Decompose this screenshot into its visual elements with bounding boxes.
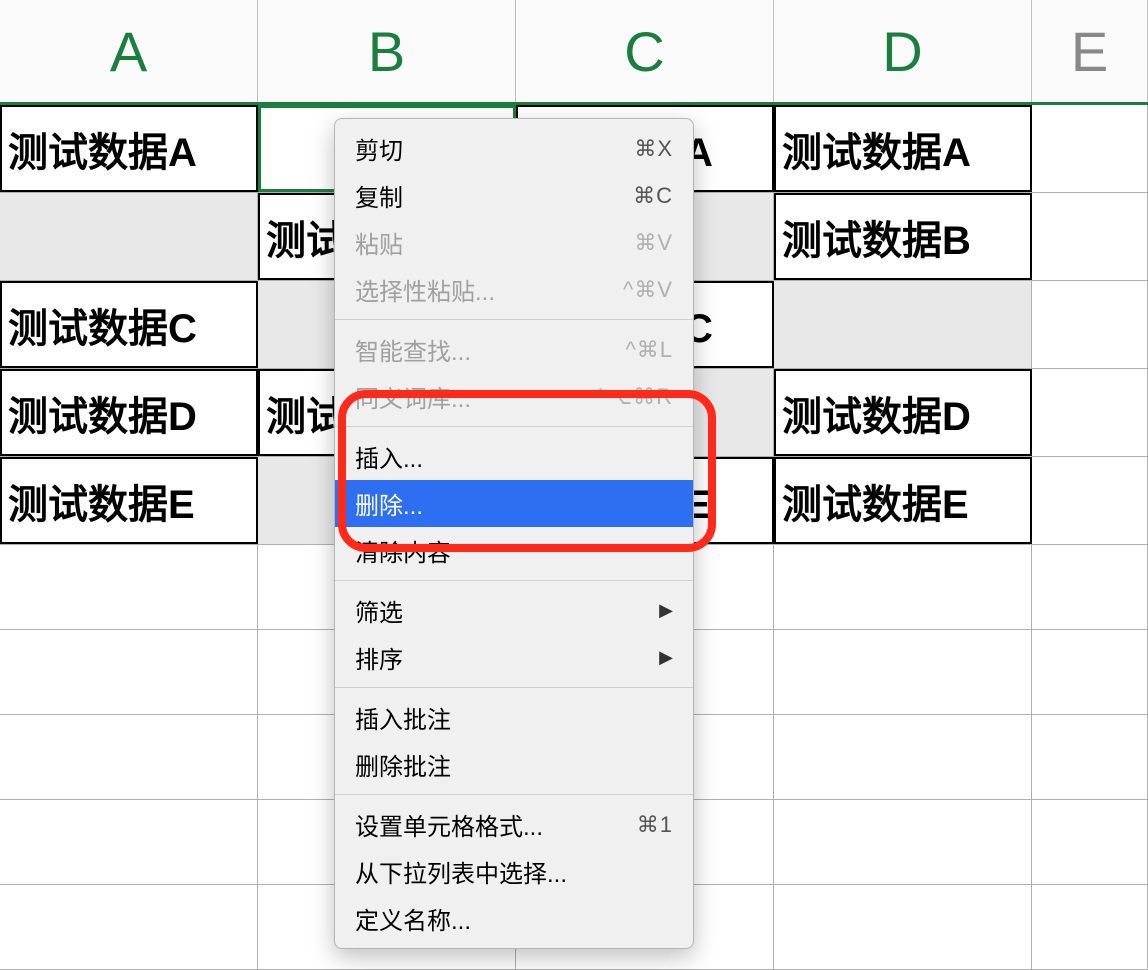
menu-item-定义名称[interactable]: 定义名称... (335, 895, 693, 942)
column-header-c[interactable]: C (516, 0, 774, 102)
menu-separator (335, 580, 693, 581)
menu-item-粘贴: 粘贴 ⌘V (335, 219, 693, 266)
menu-separator (335, 794, 693, 795)
cell-empty[interactable] (774, 885, 1032, 969)
menu-item-label: 插入批注 (355, 700, 451, 735)
menu-item-排序[interactable]: 排序 ▶ (335, 634, 693, 681)
menu-item-label: 定义名称... (355, 901, 471, 936)
menu-separator (335, 687, 693, 688)
menu-item-label: 删除... (355, 486, 423, 521)
menu-shortcut: ⌘C (633, 183, 673, 209)
chevron-right-icon: ▶ (659, 600, 673, 621)
menu-item-label: 剪切 (355, 131, 403, 166)
menu-shortcut: ^⌘L (625, 337, 673, 363)
menu-item-同义词库: 同义词库... ^⌥⌘R (335, 373, 693, 420)
menu-item-筛选[interactable]: 筛选 ▶ (335, 587, 693, 634)
menu-shortcut: ⌘X (634, 136, 673, 162)
cell-empty[interactable] (1032, 885, 1148, 969)
cell-d5[interactable]: 测试数据E (774, 457, 1032, 544)
cell-d4[interactable]: 测试数据D (774, 369, 1032, 456)
cell-d3[interactable] (774, 281, 1032, 368)
cell-a3[interactable]: 测试数据C (0, 281, 258, 368)
cell-empty[interactable] (1032, 715, 1148, 799)
column-header-d[interactable]: D (774, 0, 1032, 102)
menu-shortcut: ^⌥⌘R (595, 384, 673, 410)
menu-item-label: 从下拉列表中选择... (355, 854, 567, 889)
menu-item-清除内容[interactable]: 清除内容 (335, 527, 693, 574)
cell-empty[interactable] (1032, 800, 1148, 884)
cell-empty[interactable] (774, 715, 1032, 799)
cell-a2[interactable] (0, 193, 258, 280)
cell-a1[interactable]: 测试数据A (0, 105, 258, 192)
menu-separator (335, 426, 693, 427)
column-header-a[interactable]: A (0, 0, 258, 102)
menu-item-选择性粘贴: 选择性粘贴... ^⌘V (335, 266, 693, 313)
menu-item-label: 删除批注 (355, 747, 451, 782)
menu-item-label: 设置单元格格式... (355, 807, 543, 842)
menu-item-label: 智能查找... (355, 332, 471, 367)
cell-empty[interactable] (1032, 545, 1148, 629)
cell-a4[interactable]: 测试数据D (0, 369, 258, 456)
cell-empty[interactable] (1032, 630, 1148, 714)
cell-empty[interactable] (774, 630, 1032, 714)
menu-item-label: 复制 (355, 178, 403, 213)
cell-e3[interactable] (1032, 281, 1148, 368)
column-headers: ABCDE (0, 0, 1148, 105)
menu-item-label: 排序 (355, 640, 403, 675)
menu-item-label: 选择性粘贴... (355, 272, 495, 307)
menu-item-label: 清除内容 (355, 533, 451, 568)
cell-empty[interactable] (774, 800, 1032, 884)
menu-item-智能查找: 智能查找... ^⌘L (335, 326, 693, 373)
cell-e5[interactable] (1032, 457, 1148, 544)
menu-item-插入[interactable]: 插入... (335, 433, 693, 480)
cell-e1[interactable] (1032, 105, 1148, 192)
cell-e4[interactable] (1032, 369, 1148, 456)
cell-empty[interactable] (0, 800, 258, 884)
cell-empty[interactable] (0, 545, 258, 629)
cell-empty[interactable] (0, 885, 258, 969)
menu-shortcut: ⌘V (634, 230, 673, 256)
menu-item-插入批注[interactable]: 插入批注 (335, 694, 693, 741)
cell-d2[interactable]: 测试数据B (774, 193, 1032, 280)
cell-e2[interactable] (1032, 193, 1148, 280)
column-header-e[interactable]: E (1032, 0, 1148, 102)
menu-item-label: 同义词库... (355, 379, 471, 414)
cell-empty[interactable] (0, 715, 258, 799)
menu-shortcut: ⌘1 (637, 812, 673, 838)
menu-item-删除批注[interactable]: 删除批注 (335, 741, 693, 788)
context-menu: 剪切 ⌘X 复制 ⌘C 粘贴 ⌘V 选择性粘贴... ^⌘V 智能查找... ^⌘L 同义词库...… (334, 118, 694, 949)
menu-item-label: 插入... (355, 439, 423, 474)
menu-item-剪切[interactable]: 剪切 ⌘X (335, 125, 693, 172)
cell-d1[interactable]: 测试数据A (774, 105, 1032, 192)
cell-empty[interactable] (774, 545, 1032, 629)
menu-item-label: 筛选 (355, 593, 403, 628)
menu-shortcut: ^⌘V (623, 277, 673, 303)
menu-separator (335, 319, 693, 320)
cell-empty[interactable] (0, 630, 258, 714)
menu-item-复制[interactable]: 复制 ⌘C (335, 172, 693, 219)
chevron-right-icon: ▶ (659, 647, 673, 668)
cell-a5[interactable]: 测试数据E (0, 457, 258, 544)
column-header-b[interactable]: B (258, 0, 516, 102)
menu-item-设置单元格格式[interactable]: 设置单元格格式... ⌘1 (335, 801, 693, 848)
menu-item-从下拉列表中选择[interactable]: 从下拉列表中选择... (335, 848, 693, 895)
menu-item-删除[interactable]: 删除... (335, 480, 693, 527)
menu-item-label: 粘贴 (355, 225, 403, 260)
